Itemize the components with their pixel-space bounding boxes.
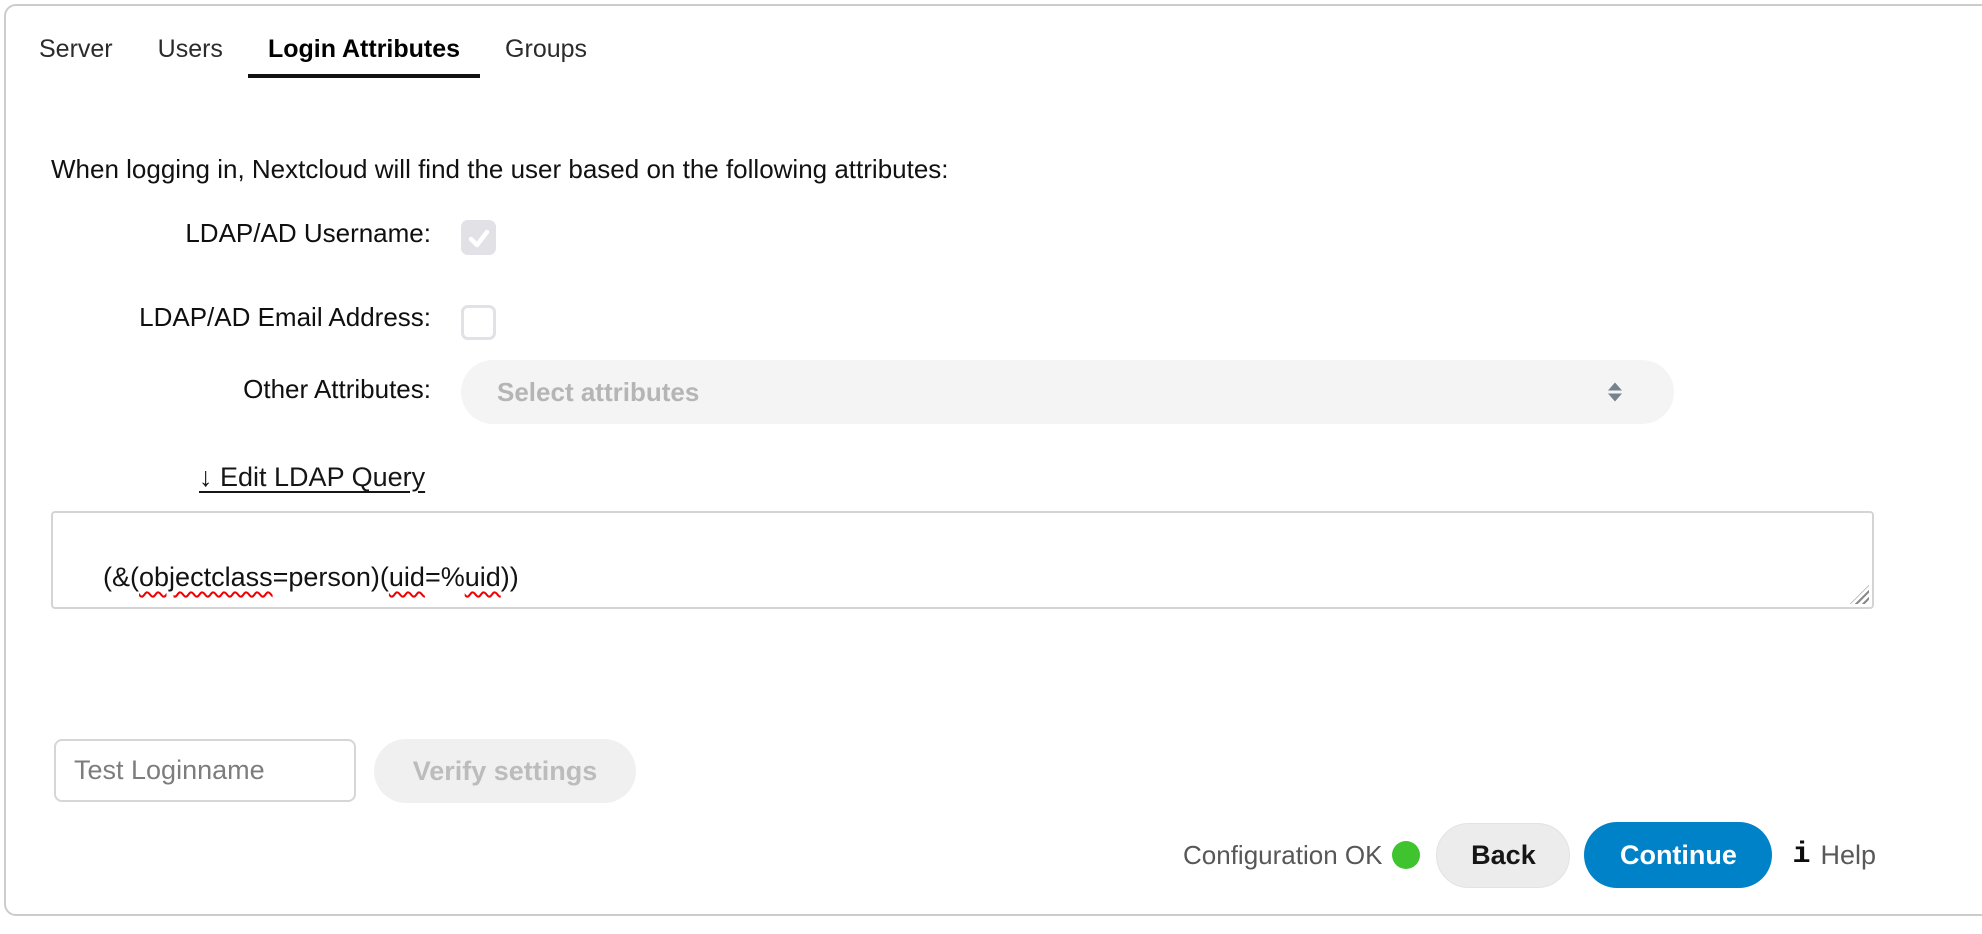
back-button[interactable]: Back bbox=[1436, 823, 1570, 888]
intro-text: When logging in, Nextcloud will find the… bbox=[51, 154, 949, 185]
ldap-query-textarea[interactable]: (&(objectclass=person)(uid=%uid)) bbox=[51, 511, 1874, 609]
info-icon: i bbox=[1792, 838, 1810, 872]
ldap-wizard-panel: Server Users Login Attributes Groups Whe… bbox=[4, 4, 1982, 916]
test-loginname-input[interactable] bbox=[54, 739, 356, 802]
username-checkbox[interactable] bbox=[461, 220, 496, 255]
configuration-status-text: Configuration OK bbox=[1183, 840, 1382, 871]
down-arrow-icon: ↓ bbox=[199, 462, 213, 492]
tab-users[interactable]: Users bbox=[138, 26, 243, 78]
check-icon bbox=[467, 226, 491, 250]
continue-button[interactable]: Continue bbox=[1584, 822, 1772, 888]
ldap-query-text: (&(objectclass=person)(uid=%uid)) bbox=[103, 562, 519, 592]
resize-handle[interactable] bbox=[1850, 585, 1869, 604]
verify-settings-button[interactable]: Verify settings bbox=[374, 739, 636, 803]
help-link[interactable]: Help bbox=[1820, 840, 1876, 871]
select-placeholder: Select attributes bbox=[497, 377, 699, 408]
footer-bar: Configuration OK Back Continue i Help bbox=[6, 821, 1876, 889]
username-label: LDAP/AD Username: bbox=[51, 218, 431, 249]
email-checkbox[interactable] bbox=[461, 305, 496, 340]
tab-groups[interactable]: Groups bbox=[485, 26, 607, 78]
edit-ldap-query-label: Edit LDAP Query bbox=[220, 462, 425, 492]
edit-ldap-query-link[interactable]: ↓ Edit LDAP Query bbox=[199, 462, 425, 493]
tab-server[interactable]: Server bbox=[19, 26, 133, 78]
other-attributes-select[interactable]: Select attributes bbox=[461, 360, 1674, 424]
status-ok-icon bbox=[1392, 841, 1420, 869]
other-attributes-label: Other Attributes: bbox=[51, 374, 431, 405]
wizard-tabs: Server Users Login Attributes Groups bbox=[19, 26, 607, 78]
email-label: LDAP/AD Email Address: bbox=[51, 302, 431, 333]
sort-arrows-icon bbox=[1608, 383, 1622, 402]
tab-login-attributes[interactable]: Login Attributes bbox=[248, 26, 480, 78]
